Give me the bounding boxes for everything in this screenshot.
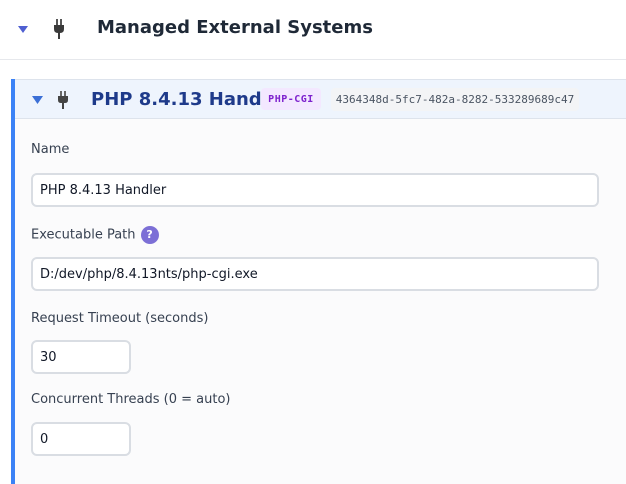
request-timeout-field[interactable]: 30 <box>31 340 131 374</box>
name-field[interactable]: PHP 8.4.13 Handler <box>31 173 599 207</box>
help-icon[interactable]: ? <box>140 226 159 244</box>
concurrent-threads-field[interactable]: 0 <box>31 422 131 456</box>
plug-icon <box>54 19 64 39</box>
executable-path-label-row: Executable Path? <box>31 226 159 244</box>
executable-path-label: Executable Path <box>31 227 136 243</box>
name-label: Name <box>31 142 70 157</box>
handler-panel: PHP 8.4.13 Handler PHP-CGI 4364348d-5fc7… <box>11 79 626 484</box>
handler-header[interactable]: PHP 8.4.13 Handler PHP-CGI 4364348d-5fc7… <box>15 79 626 119</box>
chevron-down-icon[interactable] <box>16 22 30 36</box>
section-header[interactable]: Managed External Systems <box>0 0 626 60</box>
executable-path-field[interactable]: D:/dev/php/8.4.13nts/php-cgi.exe <box>31 257 599 291</box>
plug-icon <box>58 91 68 109</box>
handler-uuid: 4364348d-5fc7-482a-8282-533289689c47 <box>331 88 579 111</box>
managed-systems-view: Managed External Systems PHP 8.4.13 Hand… <box>0 0 626 484</box>
concurrent-threads-label: Concurrent Threads (0 = auto) <box>31 392 231 407</box>
section-title: Managed External Systems <box>97 17 373 38</box>
request-timeout-label: Request Timeout (seconds) <box>31 311 209 326</box>
handler-type-badge: PHP-CGI <box>261 88 321 110</box>
handler-title: PHP 8.4.13 Handler <box>91 89 289 110</box>
chevron-down-icon[interactable] <box>31 93 44 106</box>
